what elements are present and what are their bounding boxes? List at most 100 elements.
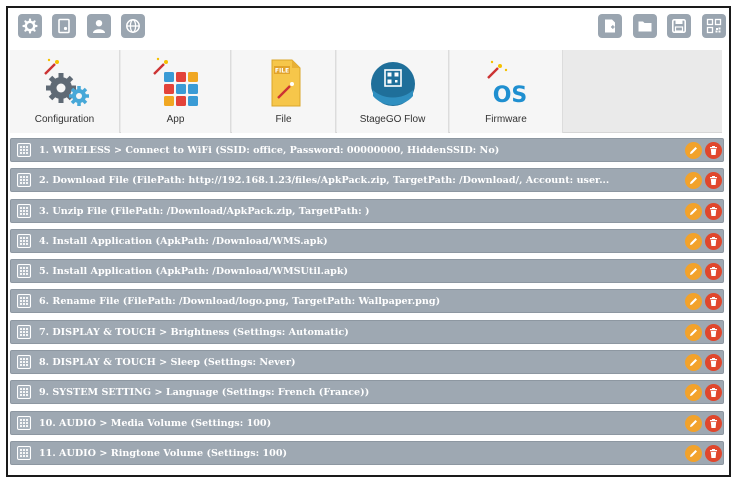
drag-handle[interactable] <box>17 264 31 279</box>
new-file-button[interactable] <box>598 14 622 38</box>
drag-grid-icon <box>19 206 29 215</box>
open-folder-button[interactable] <box>633 14 657 38</box>
trash-icon <box>710 418 717 428</box>
delete-button[interactable] <box>705 142 722 159</box>
gears-icon <box>43 58 89 106</box>
drag-grid-icon <box>19 448 29 458</box>
user-icon <box>93 20 105 33</box>
tab-firmware[interactable]: OS Firmware <box>450 50 563 133</box>
settings-button[interactable] <box>18 14 42 38</box>
edit-button[interactable] <box>685 414 702 432</box>
trash-icon <box>710 267 717 277</box>
delete-button[interactable] <box>705 202 722 220</box>
tab-app[interactable]: App <box>121 50 231 133</box>
step-label: 3. Unzip File (FilePath: /Download/ApkPa… <box>39 205 370 217</box>
drag-grid-icon <box>19 357 29 367</box>
edit-button[interactable] <box>685 202 702 220</box>
delete-button[interactable] <box>705 263 722 281</box>
drag-grid-icon <box>19 176 29 185</box>
gear-icon <box>22 18 38 34</box>
pencil-icon <box>690 449 697 457</box>
tab-stagego-flow[interactable]: StageGO Flow <box>337 50 449 133</box>
pencil-icon <box>690 359 697 367</box>
step-row[interactable]: 9. SYSTEM SETTING > Language (Settings: … <box>10 380 724 405</box>
delete-button[interactable] <box>705 384 722 402</box>
drag-handle[interactable] <box>17 143 31 157</box>
trash-icon <box>710 297 717 307</box>
step-row[interactable]: 7. DISPLAY & TOUCH > Brightness (Setting… <box>10 319 724 344</box>
pencil-icon <box>690 268 697 276</box>
stagego-qr-icon <box>370 62 415 106</box>
step-row[interactable]: 2. Download File (FilePath: http://192.1… <box>10 168 724 193</box>
edit-button[interactable] <box>685 172 702 190</box>
svg-text:OS: OS <box>493 83 528 108</box>
tab-stagego-flow-label: StageGO Flow <box>359 114 426 125</box>
step-label: 11. AUDIO > Ringtone Volume (Settings: 1… <box>39 447 288 459</box>
step-row[interactable]: 4. Install Application (ApkPath: /Downlo… <box>10 228 724 253</box>
tab-firmware-label: Firmware <box>485 114 527 125</box>
file-icon: FILE <box>271 59 300 107</box>
edit-button[interactable] <box>685 354 702 372</box>
edit-button[interactable] <box>685 384 702 402</box>
pencil-icon <box>690 147 697 154</box>
step-row[interactable]: 5. Install Application (ApkPath: /Downlo… <box>10 259 724 284</box>
delete-button[interactable] <box>705 293 722 311</box>
pencil-icon <box>690 207 697 215</box>
trash-icon <box>710 146 717 155</box>
tab-file-label: File <box>275 114 292 125</box>
drag-handle[interactable] <box>17 385 31 400</box>
drag-handle[interactable] <box>17 203 31 218</box>
step-row[interactable]: 10. AUDIO > Media Volume (Settings: 100) <box>10 410 724 435</box>
folder-icon <box>638 21 652 32</box>
step-label: 7. DISPLAY & TOUCH > Brightness (Setting… <box>39 326 349 338</box>
app-grid-icon <box>152 57 198 106</box>
delete-button[interactable] <box>705 172 722 190</box>
step-label: 8. DISPLAY & TOUCH > Sleep (Settings: Ne… <box>39 357 296 369</box>
edit-button[interactable] <box>685 142 702 159</box>
step-row[interactable]: 8. DISPLAY & TOUCH > Sleep (Settings: Ne… <box>10 350 724 375</box>
drag-handle[interactable] <box>17 445 31 460</box>
trash-icon <box>710 448 717 458</box>
device-button[interactable] <box>52 14 76 38</box>
edit-button[interactable] <box>685 444 702 462</box>
qr-code-button[interactable] <box>702 14 726 38</box>
edit-button[interactable] <box>685 263 702 281</box>
edit-button[interactable] <box>685 293 702 311</box>
drag-grid-icon <box>19 327 29 336</box>
new-file-icon <box>605 19 615 33</box>
edit-button[interactable] <box>685 232 702 250</box>
tab-app-label: App <box>166 114 185 125</box>
edit-button[interactable] <box>685 323 702 341</box>
tab-configuration[interactable]: Configuration <box>10 50 120 133</box>
step-row[interactable]: 11. AUDIO > Ringtone Volume (Settings: 1… <box>10 440 724 465</box>
drag-handle[interactable] <box>17 324 31 339</box>
step-label: 1. WIRELESS > Connect to WiFi (SSID: off… <box>39 145 500 156</box>
drag-handle[interactable] <box>17 415 31 430</box>
delete-button[interactable] <box>705 232 722 250</box>
user-button[interactable] <box>87 14 111 38</box>
drag-grid-icon <box>19 236 29 245</box>
delete-button[interactable] <box>705 414 722 432</box>
trash-icon <box>710 327 717 337</box>
step-label: 9. SYSTEM SETTING > Language (Settings: … <box>39 387 370 399</box>
language-button[interactable] <box>121 14 145 38</box>
step-list: 1. WIRELESS > Connect to WiFi (SSID: off… <box>10 138 724 471</box>
save-icon <box>671 18 686 33</box>
tab-configuration-label: Configuration <box>34 114 95 125</box>
drag-handle[interactable] <box>17 294 31 309</box>
drag-handle[interactable] <box>17 173 31 188</box>
delete-button[interactable] <box>705 354 722 372</box>
pencil-icon <box>690 298 697 306</box>
tab-file[interactable]: FILE File <box>232 50 336 133</box>
drag-grid-icon <box>19 267 29 276</box>
step-row[interactable]: 1. WIRELESS > Connect to WiFi (SSID: off… <box>10 138 724 162</box>
step-row[interactable]: 3. Unzip File (FilePath: /Download/ApkPa… <box>10 198 724 223</box>
delete-button[interactable] <box>705 323 722 341</box>
save-button[interactable] <box>667 14 691 38</box>
step-row[interactable]: 6. Rename File (FilePath: /Download/logo… <box>10 289 724 314</box>
step-label: 6. Rename File (FilePath: /Download/logo… <box>39 296 441 308</box>
drag-handle[interactable] <box>17 233 31 248</box>
delete-button[interactable] <box>705 444 722 462</box>
drag-handle[interactable] <box>17 355 31 370</box>
drag-grid-icon <box>19 145 29 155</box>
